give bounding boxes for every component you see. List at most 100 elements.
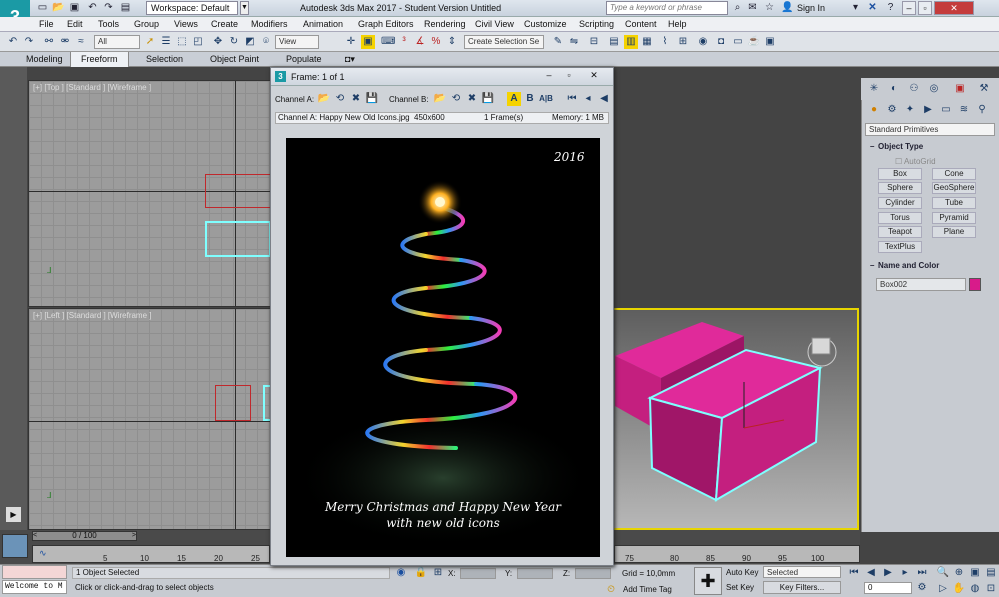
zoom-all-icon[interactable]: ⊕ — [952, 566, 966, 580]
exchange-apps-icon[interactable]: ✕ — [866, 2, 879, 15]
menu-customize[interactable]: Customize — [524, 19, 567, 29]
go-to-end-icon[interactable]: ⏭ — [915, 566, 929, 580]
save-channel-a-icon[interactable]: 💾 — [365, 92, 379, 106]
pan-icon[interactable]: ✋ — [952, 582, 966, 596]
pivot-center-icon[interactable]: ✛ — [344, 35, 358, 49]
channel-a-button[interactable]: A — [507, 92, 521, 106]
create-tab-icon[interactable]: ✳ — [867, 82, 881, 96]
tube-button[interactable]: Tube — [932, 197, 976, 209]
clear-channel-b-icon[interactable]: ✖ — [465, 92, 479, 106]
layer-explorer-icon[interactable]: ▤ — [607, 35, 621, 49]
save-channel-b-icon[interactable]: 💾 — [481, 92, 495, 106]
helpers-icon[interactable]: ▭ — [939, 103, 953, 117]
workspace-select[interactable]: Workspace: Default — [146, 1, 238, 15]
isolate-selection-icon[interactable]: ◉ — [394, 566, 408, 580]
systems-icon[interactable]: ⚲ — [975, 103, 989, 117]
cone-button[interactable]: Cone — [932, 168, 976, 180]
minimize-icon[interactable]: – — [902, 1, 916, 15]
menu-graph-editors[interactable]: Graph Editors — [358, 19, 414, 29]
channel-ab-button[interactable]: A|B — [539, 92, 553, 106]
account-dropdown-icon[interactable]: ▾ — [849, 2, 862, 15]
maximize-icon[interactable]: ▫ — [918, 1, 932, 15]
close-icon[interactable]: ✕ — [584, 70, 604, 82]
auto-key-button[interactable]: Auto Key — [726, 567, 760, 579]
autogrid-box-icon[interactable]: ☐ — [895, 157, 904, 166]
snaps-toggle-icon[interactable]: ³ — [397, 35, 411, 49]
rectangular-selection-icon[interactable]: ⬚ — [175, 35, 189, 49]
menu-tools[interactable]: Tools — [98, 19, 119, 29]
keyboard-shortcut-override-icon[interactable]: ⌨ — [381, 35, 395, 49]
tab-modeling[interactable]: Modeling — [16, 52, 73, 67]
save-file-icon[interactable]: ▣ — [68, 2, 81, 14]
time-slider-next-icon[interactable]: > — [132, 532, 136, 540]
object-type-title[interactable]: Object Type — [878, 142, 923, 151]
maximize-viewport-icon[interactable]: ⊡ — [984, 582, 998, 596]
play-backward-icon[interactable]: ◀ — [597, 92, 611, 106]
new-file-icon[interactable]: ▭ — [36, 2, 49, 14]
zoom-icon[interactable]: 🔍 — [936, 566, 950, 580]
rollout-toggle-icon[interactable]: – — [870, 261, 874, 270]
ribbon-options-icon[interactable]: ◘▾ — [335, 52, 365, 67]
align-icon[interactable]: ⊟ — [587, 35, 601, 49]
shapes-icon[interactable]: ⚙ — [885, 103, 899, 117]
time-slider-prev-icon[interactable]: < — [33, 532, 37, 540]
absolute-mode-icon[interactable]: ⊞ — [431, 566, 445, 580]
menu-help[interactable]: Help — [668, 19, 687, 29]
unlink-icon[interactable]: ⚮ — [58, 35, 72, 49]
set-key-big-icon[interactable]: ✚ — [694, 567, 722, 595]
maximize-icon[interactable]: ▫ — [561, 70, 577, 82]
channel-b-button[interactable]: B — [523, 92, 537, 106]
spinner-snap-icon[interactable]: ⇕ — [445, 35, 459, 49]
reopen-channel-b-icon[interactable]: ⟲ — [449, 92, 463, 106]
orbit-icon[interactable]: ◍ — [968, 582, 982, 596]
pyramid-button[interactable]: Pyramid — [932, 212, 976, 224]
undo-icon[interactable]: ↶ — [86, 2, 99, 14]
scene-explorer-icon[interactable]: ▥ — [624, 35, 638, 49]
help-icon[interactable]: ? — [884, 2, 897, 15]
selected-box-wireframe-top[interactable] — [205, 221, 271, 257]
motion-tab-icon[interactable]: ◎ — [927, 82, 941, 96]
search-input[interactable]: Type a keyword or phrase — [606, 1, 728, 15]
move-icon[interactable]: ✥ — [211, 35, 225, 49]
maxscript-mini-listener[interactable]: Welcome to M — [2, 580, 67, 594]
rendered-frame-window-icon[interactable]: ▭ — [731, 35, 745, 49]
field-of-view-icon[interactable]: ▷ — [936, 582, 950, 596]
object-color-swatch[interactable] — [969, 278, 981, 291]
box-button[interactable]: Box — [878, 168, 922, 180]
menu-create[interactable]: Create — [211, 19, 238, 29]
geometry-icon[interactable]: ● — [867, 103, 881, 117]
time-config-icon[interactable]: ⚙ — [915, 581, 929, 595]
zoom-extents-icon[interactable]: ▣ — [968, 566, 982, 580]
select-by-name-icon[interactable]: ☰ — [159, 35, 173, 49]
box-wireframe-top[interactable] — [205, 174, 271, 208]
current-frame-field[interactable]: 0 — [864, 582, 912, 594]
select-and-link-icon[interactable]: ⚯ — [42, 35, 56, 49]
material-editor-icon[interactable]: ◉ — [696, 35, 710, 49]
selection-filter-select[interactable]: All — [94, 35, 140, 49]
play-icon[interactable]: ▶ — [881, 566, 895, 580]
sign-in-link[interactable]: Sign In — [797, 3, 825, 13]
z-field[interactable] — [575, 568, 611, 579]
textplus-button[interactable]: TextPlus — [878, 241, 922, 253]
next-frame-icon[interactable]: ▸ — [898, 566, 912, 580]
sphere-button[interactable]: Sphere — [878, 182, 922, 194]
autogrid-checkbox[interactable]: ☐ AutoGrid — [895, 157, 936, 166]
menu-civil-view[interactable]: Civil View — [475, 19, 514, 29]
key-filters-button[interactable]: Key Filters... — [763, 581, 841, 594]
track-bar[interactable]: ∿ 5 10 15 20 25 — [32, 545, 270, 563]
cameras-icon[interactable]: ▶ — [921, 103, 935, 117]
edit-named-selection-icon[interactable]: ✎ — [551, 35, 565, 49]
bind-space-warp-icon[interactable]: ≈ — [74, 35, 88, 49]
select-manipulate-icon[interactable]: ▣ — [361, 35, 375, 49]
render-setup-icon[interactable]: ◘ — [714, 35, 728, 49]
name-color-title[interactable]: Name and Color — [878, 261, 939, 270]
render-production-icon[interactable]: ☕ — [747, 35, 761, 49]
tab-freeform[interactable]: Freeform — [70, 52, 129, 67]
selection-lock-icon[interactable]: 🔒 — [414, 566, 428, 580]
reopen-channel-a-icon[interactable]: ⟲ — [333, 92, 347, 106]
prev-frame-icon[interactable]: ◂ — [581, 92, 595, 106]
ribbon-toggle-icon[interactable]: ▦ — [640, 35, 654, 49]
open-file-icon[interactable]: 📂 — [52, 2, 65, 14]
redo-icon[interactable]: ↷ — [22, 35, 36, 49]
cylinder-button[interactable]: Cylinder — [878, 197, 922, 209]
